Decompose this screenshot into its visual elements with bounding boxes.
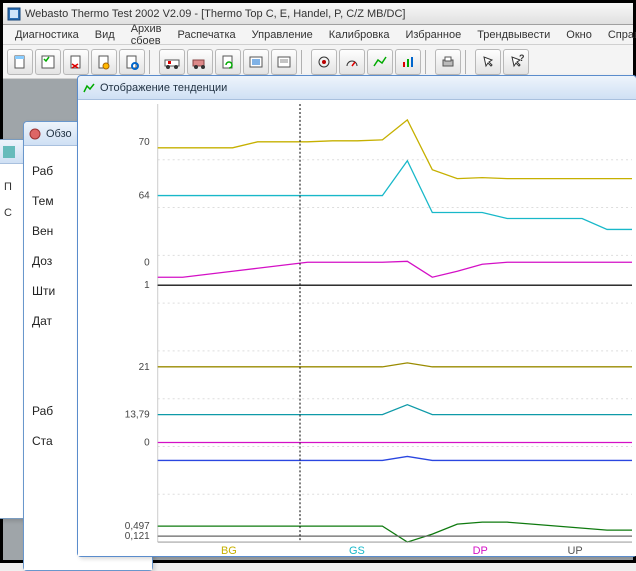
svg-text:DP: DP [473, 545, 488, 556]
menu-print[interactable]: Распечатка [170, 27, 244, 43]
menu-trend[interactable]: Трендвывести [469, 27, 558, 43]
svg-text:UP: UP [567, 545, 582, 556]
svg-text:1: 1 [144, 280, 150, 291]
window-icon [2, 145, 16, 159]
toolbar: ? [3, 45, 633, 79]
svg-text:?: ? [519, 54, 524, 63]
doc-refresh-icon[interactable] [215, 49, 241, 75]
svg-text:70: 70 [139, 137, 151, 148]
title-bar: Webasto Thermo Test 2002 V2.09 - [Thermo… [3, 3, 633, 25]
pointer-icon[interactable] [475, 49, 501, 75]
toolbar-separator [301, 50, 307, 74]
window-title: Обзо [46, 128, 72, 140]
menu-view[interactable]: Вид [87, 27, 123, 43]
app-icon [7, 7, 21, 21]
print-icon[interactable] [435, 49, 461, 75]
chart-icon[interactable] [367, 49, 393, 75]
menu-fault-archive[interactable]: Архив сбоев [123, 21, 170, 49]
doc-new-icon[interactable] [7, 49, 33, 75]
trend-chart[interactable]: 7064012113,7900,4970,121BGGSDPUP [78, 100, 636, 556]
doc-x-icon[interactable] [63, 49, 89, 75]
gauge-icon[interactable] [339, 49, 365, 75]
menu-help[interactable]: Справка [600, 27, 636, 43]
svg-text:BG: BG [221, 545, 237, 556]
help-pointer-icon[interactable]: ? [503, 49, 529, 75]
svg-text:GS: GS [349, 545, 365, 556]
svg-text:64: 64 [139, 191, 151, 202]
toolbar-separator [149, 50, 155, 74]
svg-text:0: 0 [144, 257, 150, 268]
menu-calibration[interactable]: Калибровка [321, 27, 398, 43]
svg-text:0,121: 0,121 [125, 531, 150, 542]
menu-control[interactable]: Управление [244, 27, 321, 43]
truck-icon[interactable] [187, 49, 213, 75]
menu-bar: Диагностика Вид Архив сбоев Распечатка У… [3, 25, 633, 45]
window-title: Отображение тенденции [100, 82, 227, 94]
chart-window-icon [82, 81, 96, 95]
ambulance-icon[interactable] [159, 49, 185, 75]
doc-gear-icon[interactable] [119, 49, 145, 75]
toolbar-separator [465, 50, 471, 74]
toolbar-separator [425, 50, 431, 74]
list-icon[interactable] [243, 49, 269, 75]
svg-text:13,79: 13,79 [125, 410, 150, 421]
svg-text:0: 0 [144, 437, 150, 448]
menu-window[interactable]: Окно [558, 27, 600, 43]
doc-wrench-icon[interactable] [91, 49, 117, 75]
child-titlebar[interactable]: Отображение тенденции [78, 76, 636, 100]
title-text: Webasto Thermo Test 2002 V2.09 - [Thermo… [25, 8, 406, 20]
circle-dot-icon[interactable] [311, 49, 337, 75]
svg-text:21: 21 [139, 362, 151, 373]
mdi-area: П С Обзо Раб Тем Вен Доз Шти Дат Раб Ста… [3, 79, 633, 560]
child-window-trend: Отображение тенденции 7064012113,7900,49… [77, 75, 636, 557]
menu-favorites[interactable]: Избранное [397, 27, 469, 43]
chart-bars-icon[interactable] [395, 49, 421, 75]
list-alt-icon[interactable] [271, 49, 297, 75]
menu-diagnostics[interactable]: Диагностика [7, 27, 87, 43]
window-icon [28, 127, 42, 141]
checklist-icon[interactable] [35, 49, 61, 75]
